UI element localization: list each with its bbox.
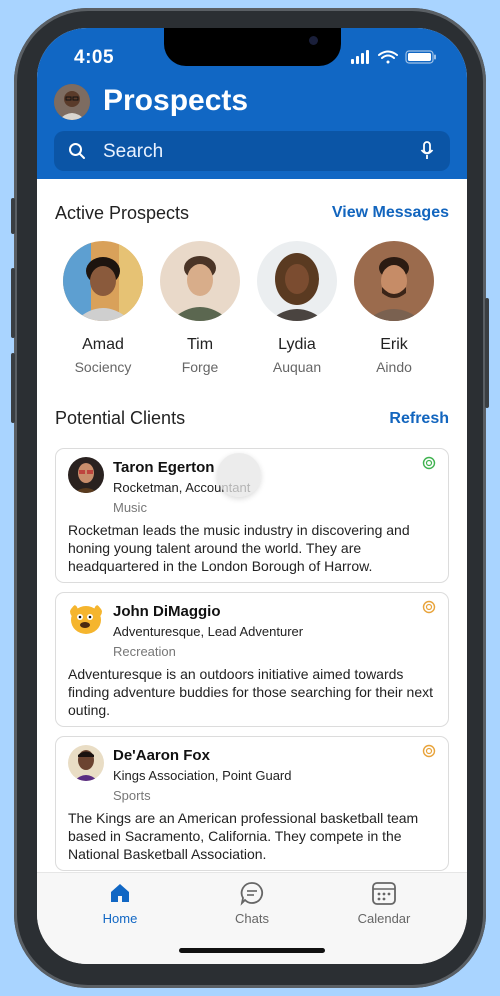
search-bar[interactable]: Search: [54, 131, 450, 171]
battery-icon: [405, 50, 436, 64]
client-category: Music: [113, 500, 147, 515]
wifi-icon: [378, 50, 398, 64]
prospect-avatar: [257, 241, 337, 321]
ai-sparkle-icon: [422, 600, 436, 614]
search-input[interactable]: Search: [103, 141, 163, 163]
tab-chats[interactable]: Chats: [207, 879, 297, 926]
prospect-name: Amad: [82, 336, 124, 353]
client-avatar: [68, 745, 104, 781]
prospect-avatar: [63, 241, 143, 321]
client-card[interactable]: De'Aaron Fox Kings Association, Point Gu…: [55, 736, 449, 871]
status-icons: [351, 50, 436, 64]
client-avatar: [68, 601, 104, 637]
ai-sparkle-icon: [422, 456, 436, 470]
prospect-company: Aindo: [376, 359, 412, 375]
search-icon: [69, 143, 85, 159]
client-role: Adventuresque, Lead Adventurer: [113, 624, 304, 639]
prospect-item[interactable]: Erik Aindo: [351, 241, 437, 375]
mute-switch: [11, 198, 15, 234]
tab-calendar[interactable]: Calendar: [339, 879, 429, 926]
home-indicator: [179, 948, 325, 953]
calendar-icon: [372, 882, 396, 905]
dynamic-notch: [164, 28, 341, 66]
tab-home-label: Home: [102, 911, 138, 926]
microphone-icon[interactable]: [420, 141, 434, 161]
prospect-item[interactable]: Tim Forge: [157, 241, 243, 375]
volume-up-button: [11, 268, 15, 338]
tab-calendar-label: Calendar: [357, 911, 411, 926]
prospect-name: Erik: [380, 336, 408, 353]
prospect-item[interactable]: Lydia Auquan: [254, 241, 340, 375]
user-avatar[interactable]: [54, 84, 90, 120]
prospect-company: Sociency: [74, 359, 132, 375]
client-description: Rocketman leads the music industry in di…: [68, 522, 410, 574]
view-messages-link[interactable]: View Messages: [332, 204, 449, 222]
client-description: The Kings are an American professional b…: [68, 810, 419, 862]
home-icon: [111, 884, 129, 902]
page-title: Prospects: [103, 84, 249, 117]
prospect-avatar: [354, 241, 434, 321]
prospect-company: Auquan: [272, 359, 322, 375]
client-card[interactable]: John DiMaggio Adventuresque, Lead Advent…: [55, 592, 449, 727]
prospect-company: Forge: [181, 359, 219, 375]
client-category: Sports: [113, 788, 151, 803]
client-role: Kings Association, Point Guard: [113, 768, 292, 783]
client-name: Taron Egerton: [113, 459, 215, 476]
touch-indicator: [217, 453, 261, 497]
prospect-name: Lydia: [278, 336, 316, 353]
camera-icon: [309, 36, 318, 45]
client-name: De'Aaron Fox: [113, 747, 210, 764]
app-header: 4:05 Prospects Search: [37, 28, 467, 179]
signal-icon: [351, 50, 369, 64]
refresh-link[interactable]: Refresh: [389, 410, 449, 428]
client-category: Recreation: [113, 644, 176, 659]
volume-down-button: [11, 353, 15, 423]
active-prospects-title: Active Prospects: [55, 203, 190, 223]
prospect-avatar: [160, 241, 240, 321]
potential-clients-title: Potential Clients: [55, 408, 186, 428]
power-button: [485, 298, 489, 408]
ai-sparkle-icon: [422, 744, 436, 758]
client-description: Adventuresque is an outdoors initiative …: [68, 666, 434, 718]
client-name: John DiMaggio: [113, 603, 221, 620]
tab-chats-label: Chats: [235, 911, 269, 926]
status-time: 4:05: [74, 47, 115, 68]
prospect-item[interactable]: Amad Sociency: [60, 241, 146, 375]
client-avatar: [68, 457, 104, 493]
tab-home[interactable]: Home: [75, 879, 165, 926]
prospect-name: Tim: [186, 336, 214, 353]
app-screen: 4:05 Prospects Search Active Prospects V…: [37, 28, 467, 964]
chat-icon: [240, 882, 264, 906]
